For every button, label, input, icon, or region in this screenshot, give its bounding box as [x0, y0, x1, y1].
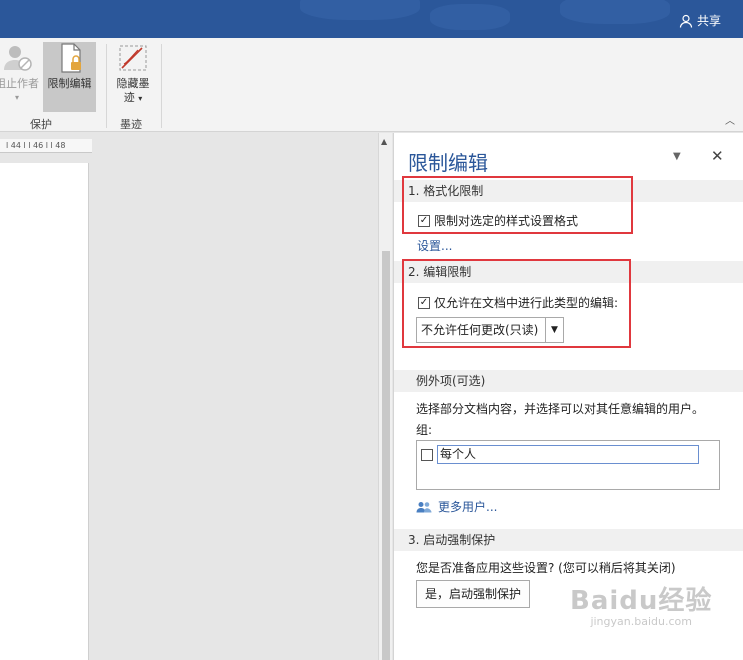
hide-ink-button[interactable]: 隐藏墨 迹 ▾: [112, 42, 154, 112]
start-enforcing-button[interactable]: 是，启动强制保护: [416, 580, 530, 608]
groups-list: 每个人: [416, 440, 720, 490]
group-ink-label: 墨迹: [120, 118, 142, 131]
hide-ink-label: 隐藏墨: [116, 77, 150, 90]
list-item[interactable]: 每个人: [421, 445, 699, 464]
title-decoration: [430, 4, 510, 30]
settings-link[interactable]: 设置...: [417, 237, 452, 254]
enforcement-description: 您是否准备应用这些设置? (您可以稍后将其关闭): [416, 561, 676, 575]
watermark-brand: Baidu经验: [570, 586, 713, 616]
everyone-label: 每个人: [437, 445, 699, 464]
document-area: l 44 l l 46 l l 48: [0, 133, 378, 660]
collapse-ribbon-icon[interactable]: ︿: [725, 112, 735, 127]
document-page[interactable]: [0, 163, 89, 660]
pane-options-icon[interactable]: ▼: [673, 151, 681, 162]
title-decoration: [560, 0, 670, 24]
vertical-scrollbar[interactable]: ▲: [378, 133, 392, 660]
person-icon: [679, 14, 693, 28]
highlight-box-editing: [402, 259, 631, 348]
exceptions-description: 选择部分文档内容，并选择可以对其任意编辑的用户。: [416, 402, 705, 416]
groups-label: 组:: [416, 423, 433, 437]
group-divider: [161, 44, 162, 128]
title-bar: 共享: [0, 0, 743, 38]
block-authors-label: 阻止作者: [0, 77, 39, 90]
dropdown-caret-icon: ▾: [138, 94, 143, 103]
restrict-editing-button[interactable]: 限制编辑: [43, 42, 96, 112]
group-divider: [106, 44, 107, 128]
ribbon: 阻止作者 ▾ 限制编辑 保护 隐藏墨 迹 ▾ 墨迹 ︿: [0, 38, 743, 132]
more-users-link[interactable]: 更多用户...: [416, 498, 497, 515]
document-lock-icon: [60, 43, 81, 73]
watermark-url: jingyan.baidu.com: [590, 615, 692, 628]
restrict-editing-label: 限制编辑: [47, 77, 92, 90]
pane-title: 限制编辑: [408, 151, 488, 175]
share-button[interactable]: 共享: [679, 12, 721, 29]
group-protect-label: 保护: [30, 118, 52, 131]
scrollbar-thumb[interactable]: [382, 251, 390, 660]
exceptions-title: 例外项(可选): [394, 370, 743, 392]
more-users-label: 更多用户...: [438, 500, 498, 514]
watermark: Baidu经验 jingyan.baidu.com: [570, 580, 712, 628]
horizontal-ruler: l 44 l l 46 l l 48: [0, 139, 92, 153]
close-icon[interactable]: ✕: [711, 147, 724, 165]
everyone-checkbox[interactable]: [421, 448, 433, 461]
hide-ink-label-2-text: 迹: [123, 91, 135, 104]
word-window: 共享 阻止作者 ▾ 限制编辑 保护 隐藏墨 迹 ▾ 墨迹 ︿ l 44 l l …: [0, 0, 743, 660]
hide-ink-label-2: 迹 ▾: [112, 91, 154, 106]
block-authors-button[interactable]: 阻止作者 ▾: [0, 42, 40, 112]
highlight-box-formatting: [402, 176, 633, 234]
dropdown-caret-icon: ▾: [14, 93, 19, 102]
title-decoration: [300, 0, 420, 20]
block-authors-icon: [4, 46, 32, 71]
ruler-marks: l 44 l l 46 l l 48: [6, 141, 66, 150]
share-label: 共享: [696, 14, 721, 28]
users-icon: [416, 501, 432, 512]
section-start-enforcement: 3. 启动强制保护: [394, 529, 743, 551]
hide-ink-icon: [119, 45, 147, 71]
scroll-up-icon[interactable]: ▲: [381, 137, 387, 146]
